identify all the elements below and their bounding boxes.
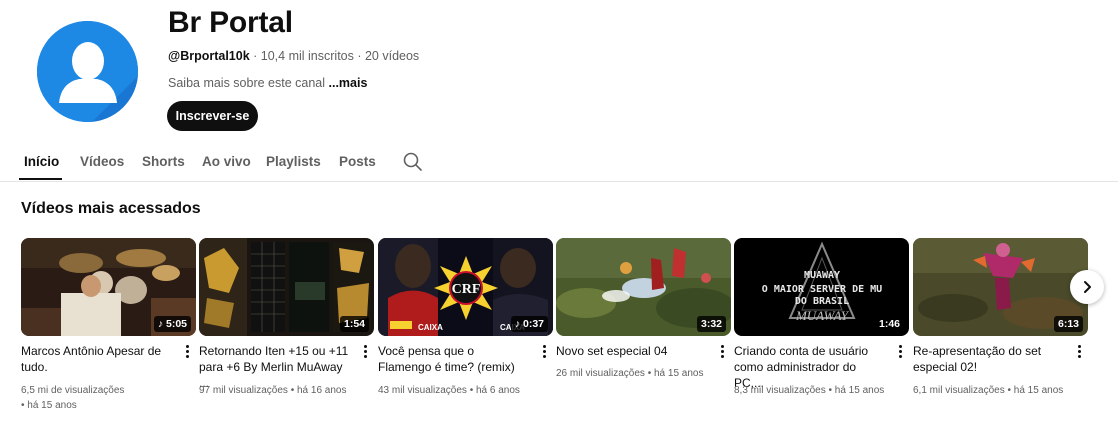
tab-shorts[interactable]: Shorts xyxy=(142,154,185,169)
video-thumbnail[interactable]: 1:54 xyxy=(199,238,374,336)
video-views-age: 8,3 mil visualizações • há 15 anos xyxy=(734,385,885,396)
video-views-age: 26 mil visualizações • há 15 anos xyxy=(556,368,704,379)
more-vert-icon[interactable] xyxy=(892,342,908,360)
video-duration: ♪ 0:37 xyxy=(510,316,548,332)
video-title[interactable]: Marcos Antônio Apesar de tudo. xyxy=(21,343,171,375)
more-vert-icon[interactable] xyxy=(357,342,373,360)
muaway-line2-text: O MAIOR SERVER DE MU xyxy=(762,284,882,295)
tab-posts[interactable]: Posts xyxy=(339,154,376,169)
video-views-age: 43 mil visualizações • há 6 anos xyxy=(378,385,520,396)
caixa-left-text: CAIXA xyxy=(418,323,443,332)
channel-stats: · 10,4 mil inscritos · 20 vídeos xyxy=(249,49,420,63)
muaway-line3-text: DO BRASIL xyxy=(795,296,849,307)
video-title[interactable]: Você pensa que o Flamengo é time? (remix… xyxy=(378,343,528,375)
video-card[interactable]: ♪ 5:05 Marcos Antônio Apesar de tudo. 6,… xyxy=(21,238,196,411)
video-thumbnail[interactable]: ♪ 5:05 xyxy=(21,238,196,336)
video-views-age: 97 mil visualizações • há 16 anos xyxy=(199,385,347,396)
channel-name: Br Portal xyxy=(168,6,293,39)
video-card[interactable]: MUAWAY O MAIOR SERVER DE MU DO BRASIL MU… xyxy=(734,238,909,396)
video-card[interactable]: CRF CAIXA CAIXA ♪ 0:37 Você pensa que o … xyxy=(378,238,553,396)
music-note-icon: ♪ xyxy=(514,318,523,330)
more-vert-icon[interactable] xyxy=(536,342,552,360)
active-tab-indicator xyxy=(19,178,62,180)
video-duration: ♪ 5:05 xyxy=(153,316,191,332)
more-vert-icon[interactable] xyxy=(1071,342,1087,360)
video-title[interactable]: Re-apresentação do set especial 02! xyxy=(913,343,1063,375)
video-duration: 1:54 xyxy=(339,316,369,332)
video-duration: 3:32 xyxy=(696,316,726,332)
search-icon[interactable] xyxy=(402,151,424,173)
chevron-right-icon xyxy=(1084,281,1091,293)
next-button[interactable] xyxy=(1070,270,1104,304)
video-duration: 6:13 xyxy=(1053,316,1083,332)
muaway-line1-text: MUAWAY xyxy=(804,270,840,281)
more-vert-icon[interactable] xyxy=(179,342,195,360)
video-views-age: 6,1 mil visualizações • há 15 anos xyxy=(913,385,1064,396)
tab-ao-vivo[interactable]: Ao vivo xyxy=(202,154,251,169)
channel-about-text: Saiba mais sobre este canal xyxy=(168,76,329,90)
muaway-logo-text: MUAWAY xyxy=(795,308,850,323)
tab-playlists[interactable]: Playlists xyxy=(266,154,321,169)
video-card[interactable]: 6:13 Re-apresentação do set especial 02!… xyxy=(913,238,1088,396)
channel-avatar[interactable] xyxy=(37,21,138,122)
video-duration: 1:46 xyxy=(874,316,904,332)
video-title[interactable]: Novo set especial 04 xyxy=(556,343,706,359)
tab-inicio[interactable]: Início xyxy=(24,154,59,169)
tab-videos[interactable]: Vídeos xyxy=(80,154,124,169)
subscribe-button[interactable]: Inscrever-se xyxy=(167,101,258,131)
video-thumbnail[interactable]: CRF CAIXA CAIXA ♪ 0:37 xyxy=(378,238,553,336)
video-views: 6,5 mi de visualizações xyxy=(21,385,125,396)
channel-about[interactable]: Saiba mais sobre este canal ...mais xyxy=(168,76,367,90)
channel-about-more[interactable]: ...mais xyxy=(329,76,368,90)
channel-meta: @Brportal10k · 10,4 mil inscritos · 20 v… xyxy=(168,49,419,63)
crest-text: CRF xyxy=(452,282,481,297)
video-card[interactable]: 3:32 Novo set especial 04 26 mil visuali… xyxy=(556,238,731,379)
more-vert-icon[interactable] xyxy=(714,342,730,360)
video-age: • há 15 anos xyxy=(21,400,77,411)
video-thumbnail[interactable]: 3:32 xyxy=(556,238,731,336)
video-card[interactable]: 1:54 Retornando Iten +15 ou +11 para +6 … xyxy=(199,238,374,396)
video-thumbnail[interactable]: MUAWAY O MAIOR SERVER DE MU DO BRASIL MU… xyxy=(734,238,909,336)
default-avatar-icon xyxy=(37,21,138,122)
video-thumbnail[interactable]: 6:13 xyxy=(913,238,1088,336)
channel-tabs: Início Vídeos Shorts Ao vivo Playlists P… xyxy=(0,148,1118,182)
channel-handle: @Brportal10k xyxy=(168,49,250,63)
section-title: Vídeos mais acessados xyxy=(21,200,201,217)
music-note-icon: ♪ xyxy=(157,318,166,330)
